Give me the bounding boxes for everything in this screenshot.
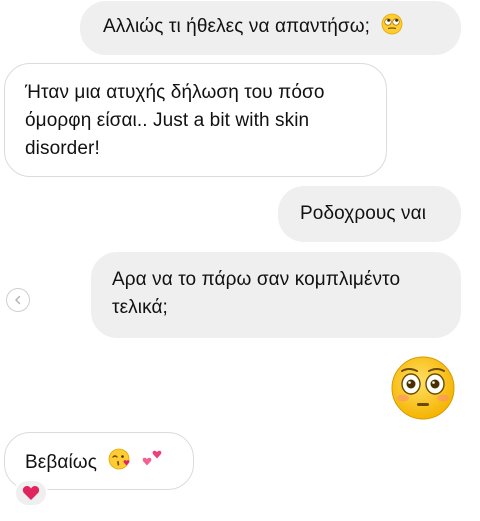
message-text: Αρα να το πάρω σαν κομπλιμέντο τελικά; bbox=[112, 269, 401, 318]
chevron-left-icon[interactable] bbox=[6, 288, 30, 312]
rolling-eyes-face-icon bbox=[381, 13, 403, 44]
message-bubble-incoming[interactable]: Ήταν μια ατυχής δήλωση του πόσο όμορφη ε… bbox=[4, 63, 387, 177]
kissing-face-with-heart-icon bbox=[108, 447, 132, 480]
message-text: Ροδοχρους ναι bbox=[300, 203, 427, 224]
message-bubble-outgoing[interactable]: Ροδοχρους ναι bbox=[278, 186, 461, 242]
flushed-face-icon[interactable] bbox=[389, 354, 457, 427]
message-reaction[interactable] bbox=[14, 479, 48, 507]
message-text: Ήταν μια ατυχής δήλωση του πόσο όμορφη ε… bbox=[25, 82, 325, 159]
message-text: Βεβαίως bbox=[25, 452, 97, 473]
red-heart-icon bbox=[22, 485, 40, 501]
message-text: Αλλιώς τι ήθελες να απαντήσω; bbox=[103, 16, 371, 37]
two-hearts-icon bbox=[140, 447, 166, 480]
message-bubble-outgoing[interactable]: Αλλιώς τι ήθελες να απαντήσω; bbox=[80, 1, 461, 55]
message-bubble-outgoing[interactable]: Αρα να το πάρω σαν κομπλιμέντο τελικά; bbox=[91, 252, 461, 338]
